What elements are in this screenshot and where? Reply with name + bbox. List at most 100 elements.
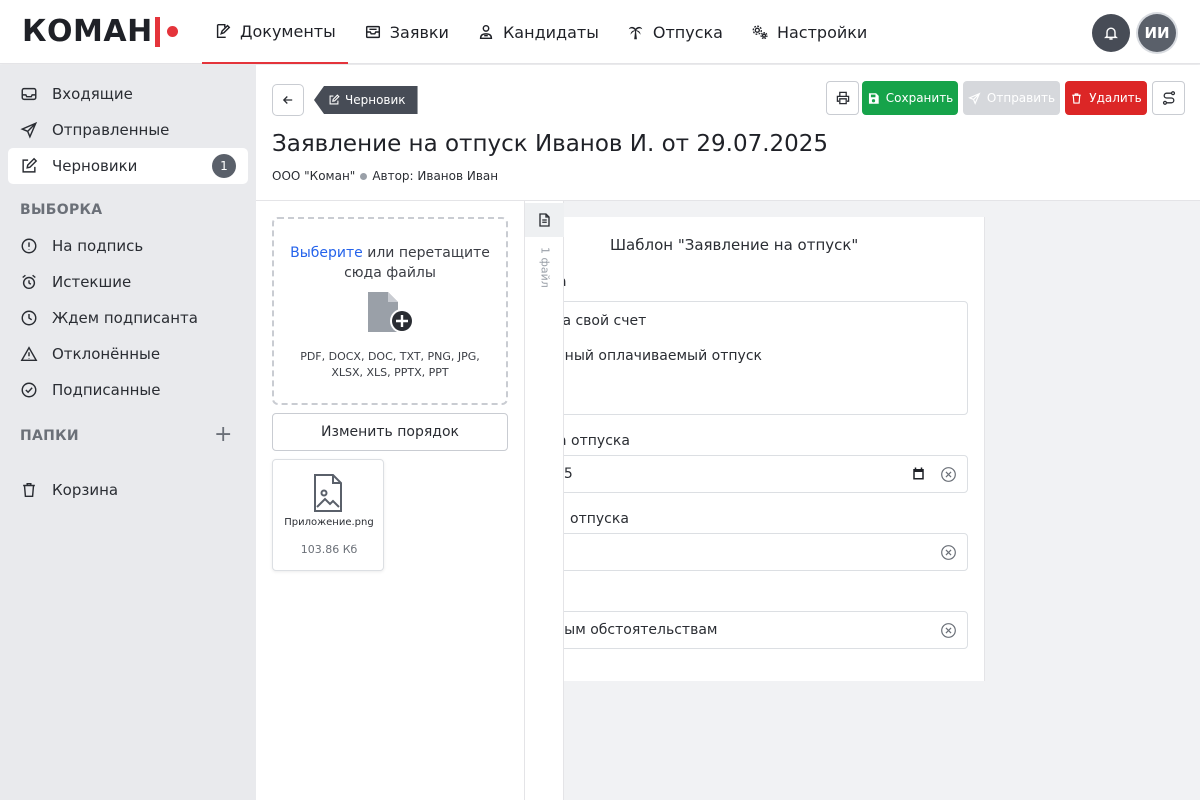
meta-separator-dot	[360, 172, 368, 180]
vacation-type-field[interactable]: за свой счет дный оплачиваемый отпуск	[564, 301, 968, 415]
trash-icon	[23, 482, 35, 498]
attachments-panel: Выберите или перетащите сюда файлы PDF, …	[256, 201, 524, 800]
sidebar-item-trash[interactable]: Корзина	[8, 472, 248, 508]
save-button-label: Сохранить	[885, 91, 954, 105]
template-title: Шаблон "Заявление на отпуск"	[610, 236, 859, 254]
attachment-card[interactable]: Приложение.png 103.86 Кб	[272, 459, 384, 571]
pencil-square-icon	[22, 157, 38, 173]
nav-candidates-label: Кандидаты	[502, 22, 599, 42]
send-button-label: Отправить	[986, 91, 1056, 105]
back-button[interactable]	[272, 84, 304, 116]
sidebar-item-label: Истекшие	[52, 273, 132, 291]
sidebar-item-label: Черновики	[52, 157, 138, 175]
document-edit-icon	[216, 23, 231, 39]
print-button[interactable]	[826, 81, 859, 115]
delete-button[interactable]: Удалить	[1065, 81, 1147, 115]
sidebar-item-to-sign[interactable]: На подпись	[8, 228, 248, 264]
dropzone-text-line2: сюда файлы	[344, 265, 436, 281]
sidebar-item-label: Корзина	[52, 481, 119, 499]
nav-candidates[interactable]: Кандидаты	[465, 0, 611, 64]
inbox-icon	[21, 87, 37, 101]
reason-value: ным обстоятельствам	[564, 622, 718, 638]
gears-icon	[752, 25, 768, 40]
status-badge-label: Черновик	[345, 93, 406, 107]
choose-files-link[interactable]: Выберите	[290, 245, 363, 261]
sidebar-item-sent[interactable]: Отправленные	[8, 112, 248, 148]
arrow-left-icon	[282, 96, 293, 104]
main-nav: Документы Заявки Кандидаты Отпуска Настр…	[202, 0, 879, 64]
logo-dot	[166, 26, 178, 37]
clear-icon[interactable]	[940, 544, 957, 561]
nav-settings[interactable]: Настройки	[739, 0, 879, 64]
page-title: Заявление на отпуск Иванов И. от 29.07.2…	[272, 131, 829, 157]
clear-icon[interactable]	[940, 466, 957, 483]
nav-settings-label: Настройки	[776, 22, 868, 42]
palm-tree-icon	[628, 26, 643, 40]
sidebar-item-label: Отправленные	[52, 121, 170, 139]
selection-heading: ВЫБОРКА	[20, 202, 103, 218]
trash-icon	[1072, 92, 1081, 104]
add-folder-button[interactable]: +	[214, 424, 232, 446]
nav-requests[interactable]: Заявки	[352, 0, 461, 64]
document-meta: ООО "Коман" Автор: Иванов Иван	[272, 169, 498, 183]
files-tab-strip: 1 файл	[524, 201, 564, 800]
sidebar-item-drafts[interactable]: Черновики 1	[8, 148, 248, 184]
file-add-icon	[368, 292, 414, 333]
attachment-size: 103.86 Кб	[300, 543, 358, 556]
bell-icon	[1104, 27, 1118, 40]
exclamation-circle-icon	[21, 238, 37, 254]
calendar-icon[interactable]	[911, 466, 926, 481]
sidebar-item-label: Отклонённые	[52, 345, 161, 363]
file-dropzone[interactable]: Выберите или перетащите сюда файлы PDF, …	[272, 217, 508, 405]
drafts-count-badge: 1	[212, 154, 236, 178]
template-form: Шаблон "Заявление на отпуск" а за свой с…	[564, 217, 985, 681]
allowed-formats: PDF, DOCX, DOC, TXT, PNG, JPG, XLSX, XLS…	[284, 349, 496, 381]
type-option-1[interactable]: за свой счет	[564, 313, 646, 329]
user-avatar[interactable]: ИИ	[1138, 14, 1176, 52]
logo-bar	[154, 16, 160, 47]
dropzone-text: Выберите или перетащите сюда файлы	[274, 243, 506, 283]
sidebar-item-signed[interactable]: Подписанные	[8, 372, 248, 408]
type-option-2[interactable]: дный оплачиваемый отпуск	[564, 348, 762, 364]
document-header: Черновик Заявление на отпуск Иванов И. о…	[256, 65, 1200, 201]
document-tab[interactable]	[525, 203, 564, 237]
author-name: Автор: Иванов Иван	[372, 169, 499, 183]
logo-text: КОМАН	[22, 14, 153, 49]
notifications-button[interactable]	[1092, 14, 1130, 52]
inbox-stack-icon	[365, 25, 380, 39]
send-button[interactable]: Отправить	[963, 81, 1060, 115]
alarm-clock-icon	[22, 274, 36, 290]
sidebar-item-expired[interactable]: Истекшие	[8, 264, 248, 300]
sidebar-item-label: Подписанные	[52, 381, 161, 399]
reason-input[interactable]: ным обстоятельствам	[564, 611, 968, 649]
formats-line2: XLSX, XLS, PPTX, PPT	[331, 366, 449, 379]
route-button[interactable]	[1152, 81, 1185, 115]
nav-vacations[interactable]: Отпуска	[615, 0, 735, 64]
end-date-input[interactable]	[564, 533, 968, 571]
nav-vacations-label: Отпуска	[652, 22, 723, 42]
sidebar: Входящие Отправленные Черновики 1 ВЫБОРК…	[0, 65, 256, 800]
nav-documents[interactable]: Документы	[202, 0, 348, 64]
clear-icon[interactable]	[940, 622, 957, 639]
organization-name: ООО "Коман"	[272, 169, 356, 183]
paper-plane-icon	[968, 91, 981, 105]
sidebar-item-label: Ждем подписанта	[52, 309, 198, 327]
sidebar-item-rejected[interactable]: Отклонённые	[8, 336, 248, 372]
reorder-button[interactable]: Изменить порядок	[272, 413, 508, 451]
sidebar-item-label: На подпись	[52, 237, 144, 255]
save-button[interactable]: Сохранить	[862, 81, 958, 115]
delete-button-label: Удалить	[1089, 91, 1142, 105]
route-icon	[1162, 91, 1175, 105]
sidebar-item-awaiting-signer[interactable]: Ждем подписанта	[8, 300, 248, 336]
image-file-icon	[314, 474, 342, 512]
document-icon	[539, 213, 550, 227]
files-count-tab[interactable]: 1 файл	[535, 247, 555, 307]
nav-documents-label: Документы	[240, 21, 336, 41]
formats-line1: PDF, DOCX, DOC, TXT, PNG, JPG,	[300, 350, 480, 363]
start-date-input[interactable]: 25	[564, 455, 968, 493]
brand-logo[interactable]: КОМАН	[22, 14, 178, 49]
printer-icon	[836, 91, 849, 105]
clock-icon	[21, 310, 37, 326]
sidebar-item-inbox[interactable]: Входящие	[8, 76, 248, 112]
person-badge-icon	[479, 24, 493, 40]
